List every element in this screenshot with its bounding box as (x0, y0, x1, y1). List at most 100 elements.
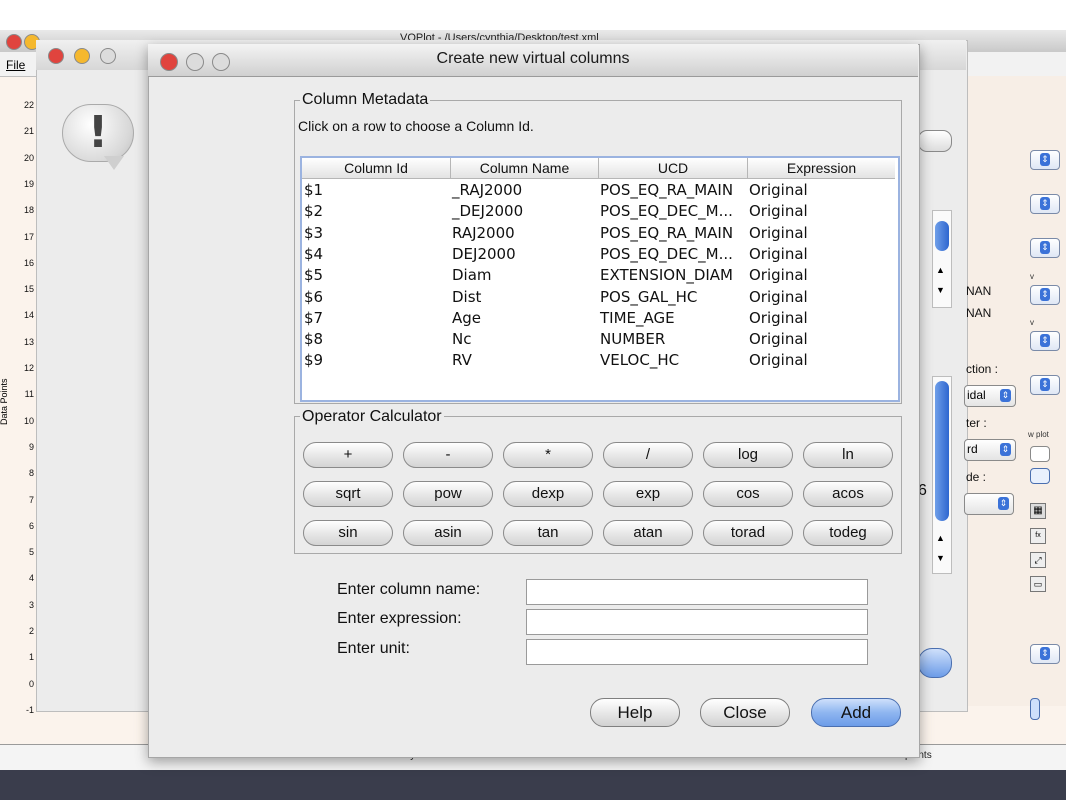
table-cell-expr[interactable]: Original (749, 181, 808, 199)
column-metadata-legend: Column Metadata (300, 91, 431, 109)
background-close-button[interactable] (6, 34, 22, 50)
right-select-1[interactable]: ⇕ (1030, 150, 1060, 170)
expression-input[interactable] (526, 609, 868, 635)
table-cell-id[interactable]: $4 (304, 245, 323, 263)
scroll-up-icon[interactable]: ▲ (936, 265, 945, 275)
table-cell-name[interactable]: _DEJ2000 (452, 202, 523, 220)
middle-close-button[interactable] (48, 48, 64, 64)
zoom-fit-icon[interactable]: ⤢ (1030, 552, 1046, 568)
table-cell-ucd[interactable]: VELOC_HC (600, 351, 679, 369)
table-cell-id[interactable]: $5 (304, 266, 323, 284)
operator-button[interactable]: atan (603, 520, 693, 546)
column-header-expression[interactable]: Expression (748, 158, 895, 179)
table-cell-name[interactable]: Diam (452, 266, 492, 284)
right-select-2[interactable]: ⇕ (1030, 194, 1060, 214)
operator-button[interactable]: - (403, 442, 493, 468)
table-cell-name[interactable]: RAJ2000 (452, 224, 515, 242)
table-cell-ucd[interactable]: TIME_AGE (600, 309, 675, 327)
operator-button[interactable]: torad (703, 520, 793, 546)
scroll-down-icon[interactable]: ▼ (936, 285, 945, 295)
operator-button[interactable]: + (303, 442, 393, 468)
operator-button[interactable]: sin (303, 520, 393, 546)
table-cell-id[interactable]: $3 (304, 224, 323, 242)
table-cell-ucd[interactable]: POS_GAL_HC (600, 288, 697, 306)
select-idal[interactable]: idal ⇕ (964, 385, 1016, 407)
scroll-up-icon[interactable]: ▲ (936, 533, 945, 543)
menu-file[interactable]: File (6, 58, 25, 72)
table-cell-ucd[interactable]: NUMBER (600, 330, 665, 348)
middle-minimize-button[interactable] (74, 48, 90, 64)
table-cell-id[interactable]: $7 (304, 309, 323, 327)
middle-scrollbar-2[interactable]: ▲ ▼ (932, 376, 952, 574)
column-header-ucd[interactable]: UCD (599, 158, 748, 179)
middle-scrollbar-1[interactable]: ▲ ▼ (932, 210, 952, 308)
middle-partial-button[interactable] (918, 130, 952, 152)
unit-input[interactable] (526, 639, 868, 665)
select-rd[interactable]: rd ⇕ (964, 439, 1016, 461)
operator-button[interactable]: pow (403, 481, 493, 507)
column-header-id[interactable]: Column Id (302, 158, 451, 179)
y-tick-label: 5 (28, 547, 34, 558)
scroll-thumb[interactable] (935, 381, 949, 521)
operator-button[interactable]: asin (403, 520, 493, 546)
right-select-7[interactable]: ⇕ (1030, 644, 1060, 664)
operator-button[interactable]: * (503, 442, 593, 468)
table-cell-id[interactable]: $9 (304, 351, 323, 369)
table-cell-expr[interactable]: Original (749, 224, 808, 242)
right-partial-button[interactable] (1030, 698, 1040, 720)
table-cell-ucd[interactable]: POS_EQ_DEC_M... (600, 245, 733, 263)
operator-button[interactable]: exp (603, 481, 693, 507)
table-cell-ucd[interactable]: POS_EQ_RA_MAIN (600, 181, 733, 199)
table-cell-expr[interactable]: Original (749, 288, 808, 306)
table-cell-id[interactable]: $2 (304, 202, 323, 220)
operator-button[interactable]: todeg (803, 520, 893, 546)
table-cell-name[interactable]: _RAJ2000 (452, 181, 522, 199)
help-button[interactable]: Help (590, 698, 680, 727)
table-cell-ucd[interactable]: POS_EQ_RA_MAIN (600, 224, 733, 242)
function-icon[interactable]: fx (1030, 528, 1046, 544)
table-cell-ucd[interactable]: EXTENSION_DIAM (600, 266, 733, 284)
column-header-name[interactable]: Column Name (451, 158, 599, 179)
table-cell-ucd[interactable]: POS_EQ_DEC_M... (600, 202, 733, 220)
operator-button[interactable]: ln (803, 442, 893, 468)
right-checkbox-2[interactable] (1030, 468, 1050, 484)
right-select-6[interactable]: ⇕ (1030, 375, 1060, 395)
table-cell-id[interactable]: $6 (304, 288, 323, 306)
operator-button[interactable]: cos (703, 481, 793, 507)
operator-button[interactable]: dexp (503, 481, 593, 507)
middle-partial-primary-button[interactable] (918, 648, 952, 678)
middle-zoom-button[interactable] (100, 48, 116, 64)
right-select-4[interactable]: ⇕ (1030, 285, 1060, 305)
operator-button[interactable]: tan (503, 520, 593, 546)
operator-button[interactable]: / (603, 442, 693, 468)
print-icon[interactable]: ▭ (1030, 576, 1046, 592)
select-idal-value: idal (967, 388, 986, 402)
table-cell-expr[interactable]: Original (749, 330, 808, 348)
table-cell-expr[interactable]: Original (749, 245, 808, 263)
table-cell-name[interactable]: Age (452, 309, 481, 327)
select-de[interactable]: ⇕ (964, 493, 1014, 515)
table-cell-name[interactable]: Nc (452, 330, 471, 348)
right-checkbox-1[interactable] (1030, 446, 1050, 462)
table-cell-id[interactable]: $8 (304, 330, 323, 348)
table-icon[interactable]: ▦ (1030, 503, 1046, 519)
y-tick-label: 0 (28, 678, 34, 689)
right-select-3[interactable]: ⇕ (1030, 238, 1060, 258)
table-cell-expr[interactable]: Original (749, 266, 808, 284)
column-name-input[interactable] (526, 579, 868, 605)
table-cell-expr[interactable]: Original (749, 202, 808, 220)
table-cell-id[interactable]: $1 (304, 181, 323, 199)
right-select-5[interactable]: ⇕ (1030, 331, 1060, 351)
add-button[interactable]: Add (811, 698, 901, 727)
operator-button[interactable]: sqrt (303, 481, 393, 507)
table-cell-name[interactable]: RV (452, 351, 472, 369)
table-cell-expr[interactable]: Original (749, 351, 808, 369)
table-cell-name[interactable]: Dist (452, 288, 481, 306)
operator-button[interactable]: acos (803, 481, 893, 507)
scroll-thumb[interactable] (935, 221, 949, 251)
operator-button[interactable]: log (703, 442, 793, 468)
table-cell-expr[interactable]: Original (749, 309, 808, 327)
close-button[interactable]: Close (700, 698, 790, 727)
scroll-down-icon[interactable]: ▼ (936, 553, 945, 563)
table-cell-name[interactable]: DEJ2000 (452, 245, 516, 263)
